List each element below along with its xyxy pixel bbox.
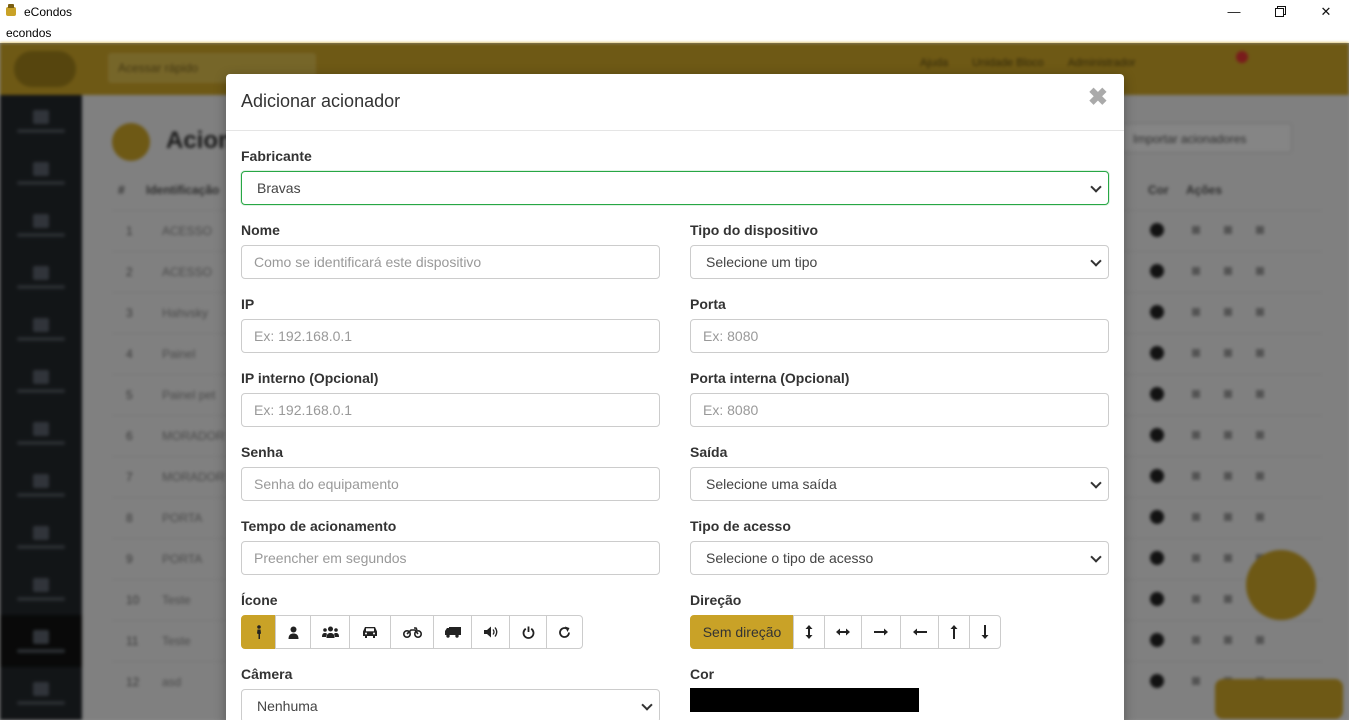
icone-label: Ícone [241,592,278,608]
modal-header: Adicionar acionador ✖ [226,74,1124,131]
arrows-horizontal-icon[interactable] [824,615,862,649]
menubar: econdos [0,23,1349,43]
window-controls: — ✕ [1211,0,1349,23]
nome-input[interactable] [241,245,660,279]
ip-input[interactable] [241,319,660,353]
porta-label: Porta [690,296,726,312]
arrow-down-icon[interactable] [969,615,1001,649]
fabricante-value: Bravas [257,180,301,196]
direcao-label: Direção [690,592,742,608]
saida-value: Selecione uma saída [706,476,837,492]
arrow-left-icon[interactable] [900,615,939,649]
tempo-input[interactable] [241,541,660,575]
porta-input[interactable] [690,319,1109,353]
minimize-icon[interactable]: — [1211,0,1257,23]
tempo-label: Tempo de acionamento [241,518,397,534]
chevron-down-icon [1090,477,1102,489]
porta-interna-label: Porta interna (Opcional) [690,370,850,386]
tipo-dispositivo-label: Tipo do dispositivo [690,222,819,238]
senha-label: Senha [241,444,284,460]
car-icon[interactable] [349,615,391,649]
color-picker[interactable] [690,688,919,712]
tipo-acesso-select[interactable]: Selecione o tipo de acesso [690,541,1109,575]
icon-picker [241,615,583,649]
refresh-icon[interactable] [546,615,583,649]
senha-input[interactable] [241,467,660,501]
fabricante-label: Fabricante [241,148,312,164]
ip-interno-label: IP interno (Opcional) [241,370,379,386]
direction-picker: Sem direção [690,615,1001,649]
tipo-acesso-value: Selecione o tipo de acesso [706,550,874,566]
app-icon [6,4,16,16]
user-icon[interactable] [275,615,311,649]
users-icon[interactable] [310,615,350,649]
volume-icon[interactable] [471,615,510,649]
tipo-acesso-label: Tipo de acesso [690,518,791,534]
window-titlebar: eCondos — ✕ [0,0,1349,23]
chevron-down-icon [1090,181,1102,193]
arrow-up-icon[interactable] [938,615,970,649]
camera-value: Nenhuma [257,698,318,714]
close-window-icon[interactable]: ✕ [1303,0,1349,23]
restore-icon[interactable] [1257,0,1303,23]
tipo-dispositivo-value: Selecione um tipo [706,254,818,270]
fabricante-select[interactable]: Bravas [241,171,1109,205]
window-title: eCondos [24,4,73,19]
chevron-down-icon [1090,255,1102,267]
camera-select[interactable]: Nenhuma [241,689,660,720]
chevron-down-icon [1090,551,1102,563]
saida-select[interactable]: Selecione uma saída [690,467,1109,501]
no-direction-button[interactable]: Sem direção [690,615,794,649]
power-icon[interactable] [509,615,547,649]
saida-label: Saída [690,444,728,460]
tipo-dispositivo-select[interactable]: Selecione um tipo [690,245,1109,279]
person-walking-icon[interactable] [241,615,276,649]
ip-label: IP [241,296,255,312]
arrows-vertical-icon[interactable] [793,615,825,649]
camera-label: Câmera [241,666,293,682]
motorcycle-icon[interactable] [390,615,434,649]
truck-icon[interactable] [433,615,472,649]
close-icon[interactable]: ✖ [1088,86,1108,110]
nome-label: Nome [241,222,280,238]
modal-title: Adicionar acionador [241,91,401,111]
porta-interna-input[interactable] [690,393,1109,427]
chevron-down-icon [641,699,653,711]
cor-label: Cor [690,666,715,682]
add-trigger-modal: Adicionar acionador ✖ Fabricante Bravas … [226,74,1124,720]
arrow-right-icon[interactable] [861,615,901,649]
ip-interno-input[interactable] [241,393,660,427]
